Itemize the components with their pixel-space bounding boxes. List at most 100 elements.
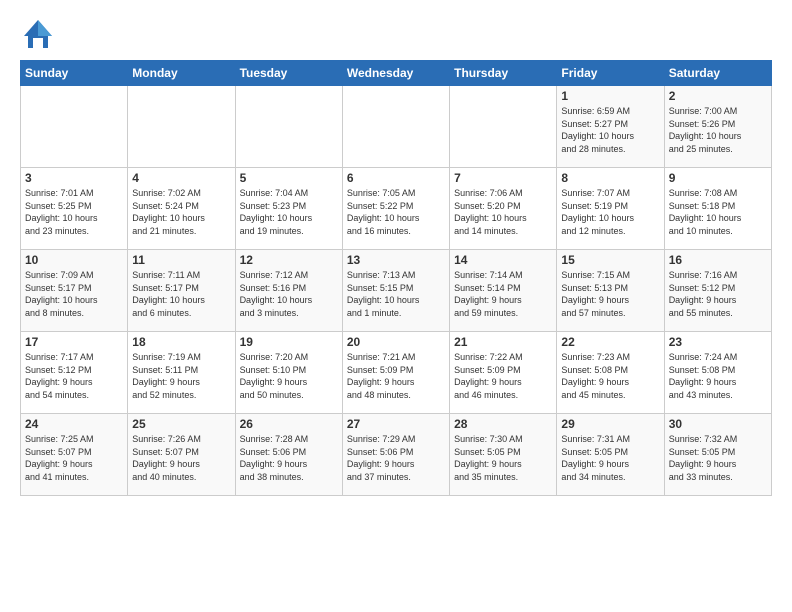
calendar-cell: 22Sunrise: 7:23 AM Sunset: 5:08 PM Dayli… xyxy=(557,332,664,414)
day-info: Sunrise: 7:30 AM Sunset: 5:05 PM Dayligh… xyxy=(454,433,552,483)
day-number: 23 xyxy=(669,335,767,349)
day-info: Sunrise: 7:32 AM Sunset: 5:05 PM Dayligh… xyxy=(669,433,767,483)
calendar-cell: 12 Sunrise: 7:12 AM Sunset: 5:16 PM Dayli… xyxy=(235,250,342,332)
day-number: 28 xyxy=(454,417,552,431)
day-info: Sunrise: 7:01 AM Sunset: 5:25 PM Dayligh… xyxy=(25,187,123,237)
day-number: 12 xyxy=(240,253,338,267)
calendar-cell: 11 Sunrise: 7:11 AM Sunset: 5:17 PM Dayli… xyxy=(128,250,235,332)
day-info: Sunrise: 7:29 AM Sunset: 5:06 PM Dayligh… xyxy=(347,433,445,483)
day-number: 19 xyxy=(240,335,338,349)
day-info: Sunrise: 7:26 AM Sunset: 5:07 PM Dayligh… xyxy=(132,433,230,483)
day-number: 2 xyxy=(669,89,767,103)
day-info: Sunrise: 7:12 AM Sunset: 5:16 PM Dayligh… xyxy=(240,269,338,319)
day-info: Sunrise: 7:14 AM Sunset: 5:14 PM Dayligh… xyxy=(454,269,552,319)
calendar-body: 1 Sunrise: 6:59 AM Sunset: 5:27 PM Daylig… xyxy=(21,86,772,496)
calendar-cell: 18 Sunrise: 7:19 AM Sunset: 5:11 PM Dayli… xyxy=(128,332,235,414)
day-number: 6 xyxy=(347,171,445,185)
day-info: Sunrise: 6:59 AM Sunset: 5:27 PM Dayligh… xyxy=(561,105,659,155)
day-number: 8 xyxy=(561,171,659,185)
day-info: Sunrise: 7:28 AM Sunset: 5:06 PM Dayligh… xyxy=(240,433,338,483)
calendar-cell: 17Sunrise: 7:17 AM Sunset: 5:12 PM Dayli… xyxy=(21,332,128,414)
calendar-cell: 21 Sunrise: 7:22 AM Sunset: 5:09 PM Dayli… xyxy=(450,332,557,414)
calendar-page: SundayMondayTuesdayWednesdayThursdayFrid… xyxy=(0,0,792,612)
calendar-cell: 8 Sunrise: 7:07 AM Sunset: 5:19 PM Daylig… xyxy=(557,168,664,250)
day-number: 13 xyxy=(347,253,445,267)
day-number: 24 xyxy=(25,417,123,431)
day-number: 20 xyxy=(347,335,445,349)
calendar-cell: 4 Sunrise: 7:02 AM Sunset: 5:24 PM Daylig… xyxy=(128,168,235,250)
day-info: Sunrise: 7:19 AM Sunset: 5:11 PM Dayligh… xyxy=(132,351,230,401)
calendar-cell: 3 Sunrise: 7:01 AM Sunset: 5:25 PM Daylig… xyxy=(21,168,128,250)
weekday-header-wednesday: Wednesday xyxy=(342,61,449,86)
calendar-cell: 10Sunrise: 7:09 AM Sunset: 5:17 PM Dayli… xyxy=(21,250,128,332)
day-number: 4 xyxy=(132,171,230,185)
day-number: 27 xyxy=(347,417,445,431)
day-number: 26 xyxy=(240,417,338,431)
day-info: Sunrise: 7:05 AM Sunset: 5:22 PM Dayligh… xyxy=(347,187,445,237)
day-info: Sunrise: 7:06 AM Sunset: 5:20 PM Dayligh… xyxy=(454,187,552,237)
week-row-2: 3 Sunrise: 7:01 AM Sunset: 5:25 PM Daylig… xyxy=(21,168,772,250)
day-number: 25 xyxy=(132,417,230,431)
day-number: 3 xyxy=(25,171,123,185)
calendar-cell: 20 Sunrise: 7:21 AM Sunset: 5:09 PM Dayli… xyxy=(342,332,449,414)
weekday-row: SundayMondayTuesdayWednesdayThursdayFrid… xyxy=(21,61,772,86)
day-number: 1 xyxy=(561,89,659,103)
calendar-cell: 25 Sunrise: 7:26 AM Sunset: 5:07 PM Dayli… xyxy=(128,414,235,496)
calendar-cell: 16 Sunrise: 7:16 AM Sunset: 5:12 PM Dayli… xyxy=(664,250,771,332)
weekday-header-sunday: Sunday xyxy=(21,61,128,86)
day-info: Sunrise: 7:02 AM Sunset: 5:24 PM Dayligh… xyxy=(132,187,230,237)
calendar-header: SundayMondayTuesdayWednesdayThursdayFrid… xyxy=(21,61,772,86)
calendar-cell: 14 Sunrise: 7:14 AM Sunset: 5:14 PM Dayli… xyxy=(450,250,557,332)
day-number: 21 xyxy=(454,335,552,349)
day-number: 14 xyxy=(454,253,552,267)
calendar-cell xyxy=(450,86,557,168)
calendar-cell: 27 Sunrise: 7:29 AM Sunset: 5:06 PM Dayli… xyxy=(342,414,449,496)
day-number: 16 xyxy=(669,253,767,267)
calendar-cell: 23 Sunrise: 7:24 AM Sunset: 5:08 PM Dayli… xyxy=(664,332,771,414)
day-info: Sunrise: 7:07 AM Sunset: 5:19 PM Dayligh… xyxy=(561,187,659,237)
day-info: Sunrise: 7:21 AM Sunset: 5:09 PM Dayligh… xyxy=(347,351,445,401)
day-number: 30 xyxy=(669,417,767,431)
calendar-cell xyxy=(128,86,235,168)
weekday-header-friday: Friday xyxy=(557,61,664,86)
calendar-cell xyxy=(235,86,342,168)
day-number: 18 xyxy=(132,335,230,349)
day-info: Sunrise: 7:11 AM Sunset: 5:17 PM Dayligh… xyxy=(132,269,230,319)
day-number: 11 xyxy=(132,253,230,267)
day-number: 10 xyxy=(25,253,123,267)
day-info: Sunrise: 7:04 AM Sunset: 5:23 PM Dayligh… xyxy=(240,187,338,237)
calendar-cell: 1 Sunrise: 6:59 AM Sunset: 5:27 PM Daylig… xyxy=(557,86,664,168)
day-number: 7 xyxy=(454,171,552,185)
day-info: Sunrise: 7:24 AM Sunset: 5:08 PM Dayligh… xyxy=(669,351,767,401)
calendar-cell: 7 Sunrise: 7:06 AM Sunset: 5:20 PM Daylig… xyxy=(450,168,557,250)
calendar-table: SundayMondayTuesdayWednesdayThursdayFrid… xyxy=(20,60,772,496)
day-info: Sunrise: 7:08 AM Sunset: 5:18 PM Dayligh… xyxy=(669,187,767,237)
weekday-header-monday: Monday xyxy=(128,61,235,86)
weekday-header-tuesday: Tuesday xyxy=(235,61,342,86)
week-row-5: 24Sunrise: 7:25 AM Sunset: 5:07 PM Dayli… xyxy=(21,414,772,496)
week-row-4: 17Sunrise: 7:17 AM Sunset: 5:12 PM Dayli… xyxy=(21,332,772,414)
header xyxy=(20,16,772,52)
day-info: Sunrise: 7:23 AM Sunset: 5:08 PM Dayligh… xyxy=(561,351,659,401)
day-info: Sunrise: 7:16 AM Sunset: 5:12 PM Dayligh… xyxy=(669,269,767,319)
day-info: Sunrise: 7:22 AM Sunset: 5:09 PM Dayligh… xyxy=(454,351,552,401)
day-info: Sunrise: 7:17 AM Sunset: 5:12 PM Dayligh… xyxy=(25,351,123,401)
calendar-cell: 26 Sunrise: 7:28 AM Sunset: 5:06 PM Dayli… xyxy=(235,414,342,496)
calendar-cell: 28 Sunrise: 7:30 AM Sunset: 5:05 PM Dayli… xyxy=(450,414,557,496)
calendar-cell: 24Sunrise: 7:25 AM Sunset: 5:07 PM Dayli… xyxy=(21,414,128,496)
calendar-cell xyxy=(342,86,449,168)
day-info: Sunrise: 7:13 AM Sunset: 5:15 PM Dayligh… xyxy=(347,269,445,319)
day-number: 15 xyxy=(561,253,659,267)
logo xyxy=(20,16,62,52)
calendar-cell: 29Sunrise: 7:31 AM Sunset: 5:05 PM Dayli… xyxy=(557,414,664,496)
calendar-cell: 13 Sunrise: 7:13 AM Sunset: 5:15 PM Dayli… xyxy=(342,250,449,332)
weekday-header-thursday: Thursday xyxy=(450,61,557,86)
weekday-header-saturday: Saturday xyxy=(664,61,771,86)
day-number: 5 xyxy=(240,171,338,185)
logo-icon xyxy=(20,16,56,52)
day-number: 9 xyxy=(669,171,767,185)
day-info: Sunrise: 7:20 AM Sunset: 5:10 PM Dayligh… xyxy=(240,351,338,401)
day-info: Sunrise: 7:15 AM Sunset: 5:13 PM Dayligh… xyxy=(561,269,659,319)
calendar-cell xyxy=(21,86,128,168)
day-info: Sunrise: 7:00 AM Sunset: 5:26 PM Dayligh… xyxy=(669,105,767,155)
